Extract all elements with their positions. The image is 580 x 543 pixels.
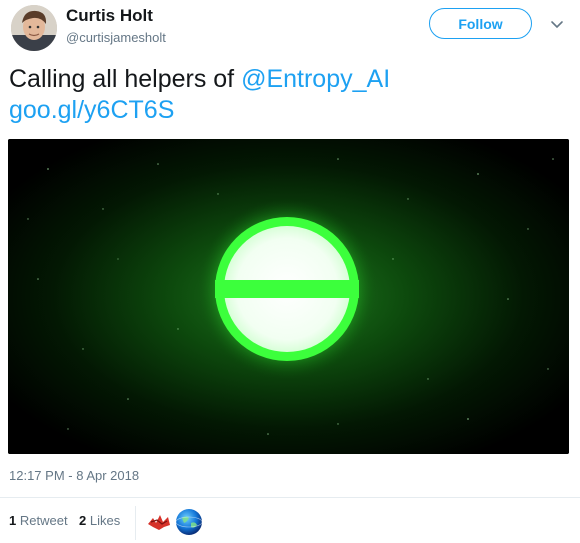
entropy-logo — [197, 199, 377, 379]
author-display-name[interactable]: Curtis Holt — [66, 6, 153, 26]
tweet-header: Curtis Holt @curtisjamesholt Follow — [0, 0, 580, 58]
tweet-media-image[interactable] — [8, 139, 569, 454]
url-link[interactable]: goo.gl/y6CT6S — [9, 95, 569, 126]
likes-count: 2 — [79, 513, 87, 528]
tweet-stats: 1 Retweet 2 Likes — [0, 498, 580, 543]
retweet-count: 1 — [9, 513, 17, 528]
stats-separator — [135, 506, 136, 540]
likes-stat[interactable]: 2 Likes — [79, 513, 120, 528]
tweet-line-1: Calling all helpers of @Entropy_AI — [9, 64, 569, 95]
liker-avatar-graffiti[interactable] — [145, 508, 173, 536]
author-handle[interactable]: @curtisjamesholt — [66, 30, 166, 45]
mention-link[interactable]: @Entropy_AI — [241, 65, 390, 93]
follow-button[interactable]: Follow — [429, 8, 532, 39]
retweet-label: Retweet — [19, 513, 68, 528]
likes-label: Likes — [89, 513, 121, 528]
liker-avatar-globe[interactable] — [175, 508, 203, 536]
chevron-down-icon[interactable] — [549, 17, 565, 33]
tweet-timestamp[interactable]: 12:17 PM - 8 Apr 2018 — [9, 468, 139, 483]
retweet-stat[interactable]: 1 Retweet — [9, 513, 68, 528]
tweet-text: Calling all helpers of @Entropy_AI goo.g… — [9, 64, 569, 126]
tweet-text-prefix: Calling all helpers of — [9, 65, 242, 93]
author-avatar[interactable] — [11, 5, 57, 51]
